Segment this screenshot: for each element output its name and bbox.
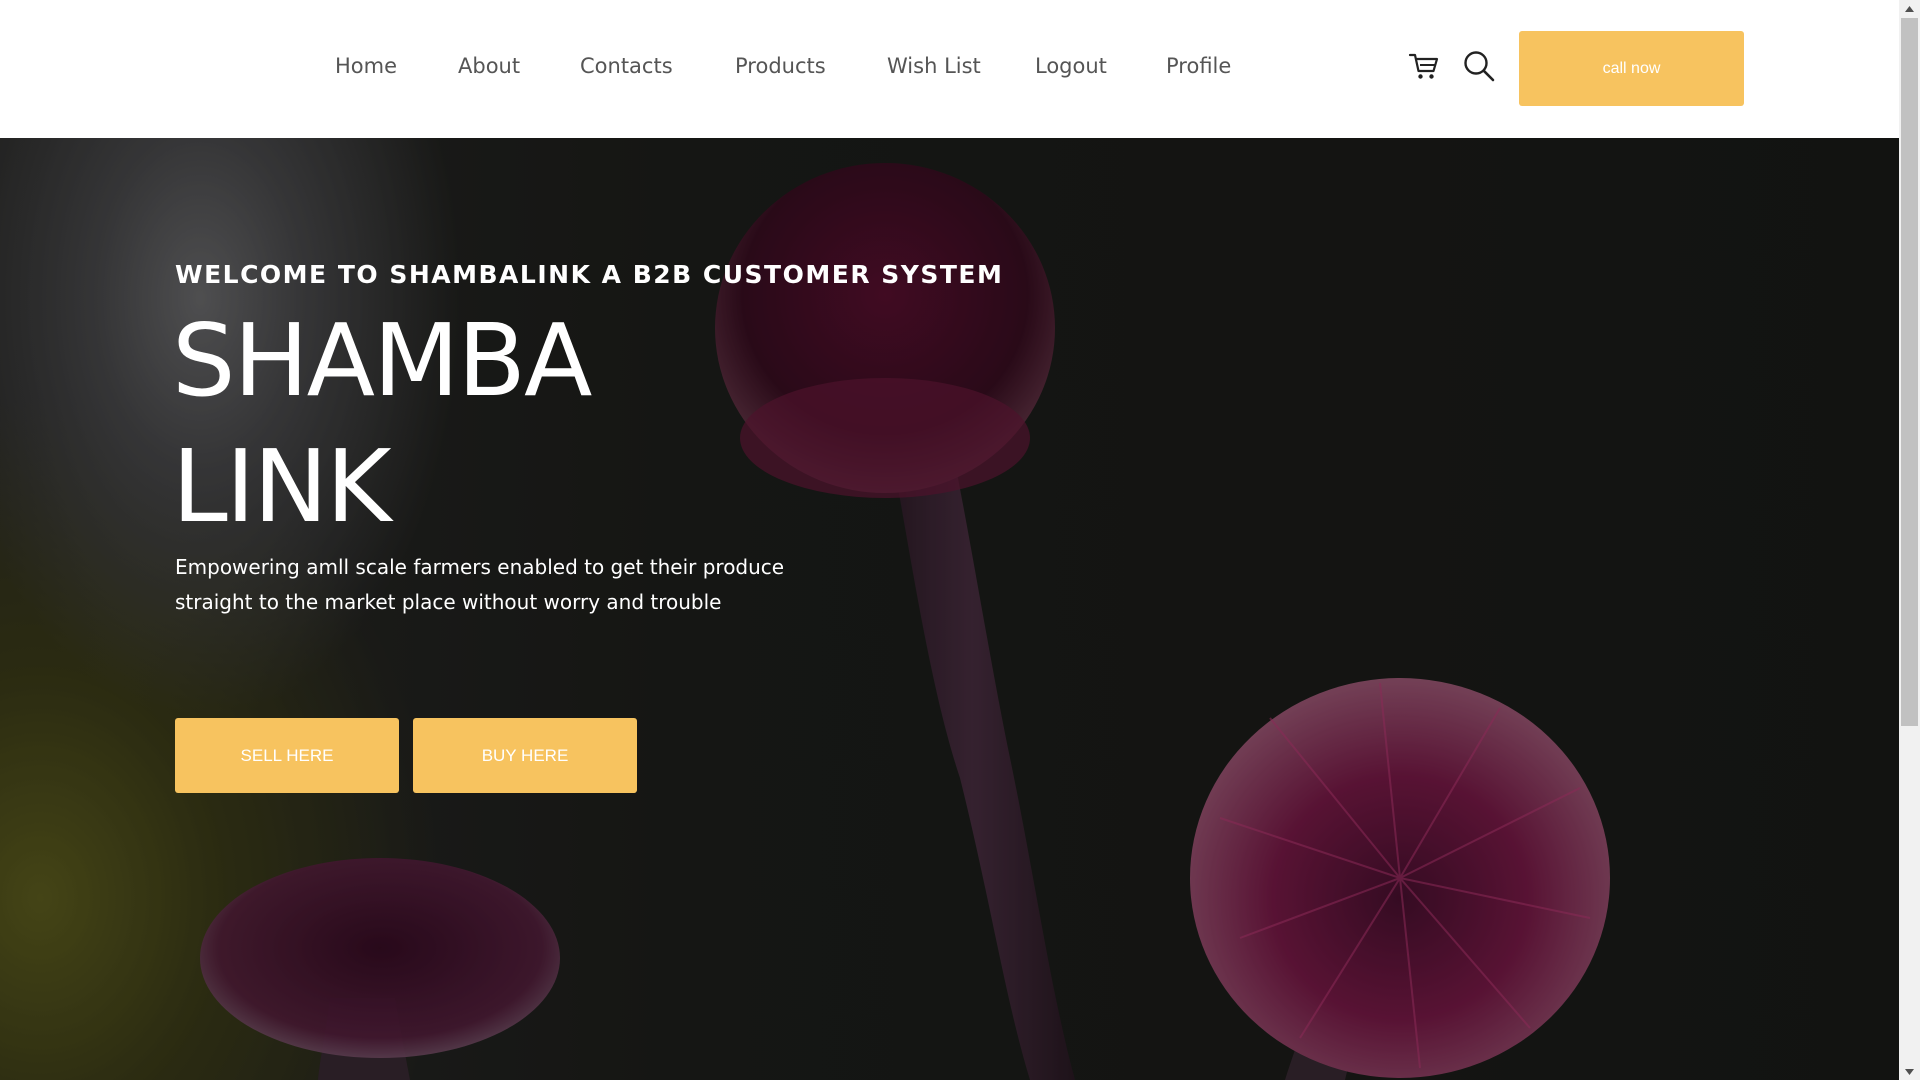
nav-link-contacts[interactable]: Contacts	[580, 54, 673, 78]
page-scrollbar[interactable]	[1899, 0, 1920, 1080]
cart-icon	[1408, 53, 1439, 79]
hero-section: WELCOME TO SHAMBALINK A B2B CUSTOMER SYS…	[0, 138, 1899, 1080]
scroll-up-arrow-icon[interactable]	[1899, 0, 1920, 17]
nav-link-logout[interactable]: Logout	[1035, 54, 1107, 78]
scroll-down-arrow-icon[interactable]	[1899, 1063, 1920, 1080]
hero-title: SHAMBA LINK	[172, 298, 772, 550]
buy-here-button[interactable]: BUY HERE	[413, 718, 637, 793]
scrollbar-thumb[interactable]	[1901, 18, 1918, 726]
sell-here-button[interactable]: SELL HERE	[175, 718, 399, 793]
main-nav: Home About Contacts Products Wish List L…	[0, 0, 1400, 138]
search-button[interactable]	[1459, 46, 1499, 86]
cart-button[interactable]	[1404, 46, 1444, 86]
hero-kicker-text: WELCOME TO SHAMBALINK A B2B CUSTOMER SYS…	[175, 260, 1004, 289]
nav-link-about[interactable]: About	[458, 54, 520, 78]
nav-link-home[interactable]: Home	[335, 54, 397, 78]
call-now-button[interactable]: call now	[1519, 31, 1744, 106]
hero-description: Empowering amll scale farmers enabled to…	[175, 555, 785, 614]
hero-title-line-2: LINK	[172, 428, 392, 545]
site-header: Home About Contacts Products Wish List L…	[0, 0, 1899, 138]
nav-link-profile[interactable]: Profile	[1166, 54, 1231, 78]
nav-link-products[interactable]: Products	[735, 54, 826, 78]
nav-link-wish-list[interactable]: Wish List	[887, 54, 981, 78]
hero-title-line-1: SHAMBA	[172, 302, 592, 419]
search-icon	[1464, 51, 1495, 82]
